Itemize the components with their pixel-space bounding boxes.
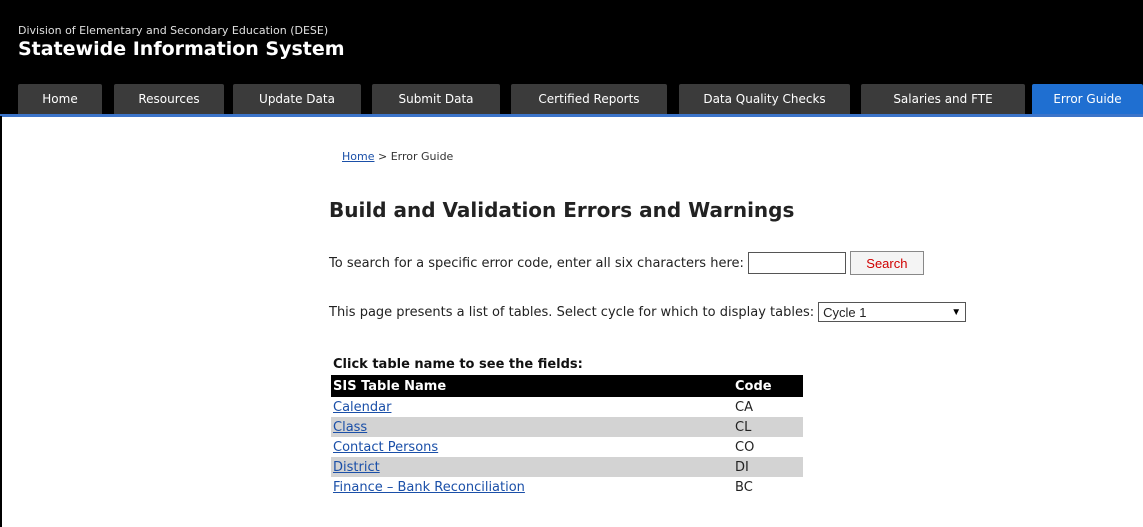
tab-salaries-and-fte[interactable]: Salaries and FTE xyxy=(861,84,1025,114)
tab-label: Update Data xyxy=(259,92,335,106)
tab-label: Error Guide xyxy=(1053,92,1122,106)
table-row: Class CL xyxy=(331,417,803,437)
tab-submit-data[interactable]: Submit Data xyxy=(372,84,500,114)
search-prompt: To search for a specific error code, ent… xyxy=(329,255,744,271)
page-title: Build and Validation Errors and Warnings xyxy=(329,198,795,222)
tab-label: Salaries and FTE xyxy=(893,92,993,106)
tab-certified-reports[interactable]: Certified Reports xyxy=(511,84,667,114)
system-title: Statewide Information System xyxy=(18,38,345,60)
table-name-link[interactable]: Class xyxy=(333,420,367,435)
cycle-select[interactable]: Cycle 1 ▼ xyxy=(818,302,967,322)
table-header-row: SIS Table Name Code xyxy=(331,375,803,397)
cycle-prompt: This page presents a list of tables. Sel… xyxy=(329,304,815,320)
tab-label: Resources xyxy=(138,92,200,106)
tab-resources[interactable]: Resources xyxy=(114,84,224,114)
table-code: CL xyxy=(733,417,803,437)
tab-label: Data Quality Checks xyxy=(703,92,826,106)
table-row: Calendar CA xyxy=(331,397,803,417)
tab-error-guide[interactable]: Error Guide xyxy=(1032,84,1143,114)
table-code: BC xyxy=(733,477,803,497)
table-name-link[interactable]: Contact Persons xyxy=(333,440,438,455)
tab-update-data[interactable]: Update Data xyxy=(233,84,361,114)
cycle-row: This page presents a list of tables. Sel… xyxy=(329,302,967,322)
breadcrumb: Home > Error Guide xyxy=(342,150,453,163)
table-row: Contact Persons CO xyxy=(331,437,803,457)
table-caption: Click table name to see the fields: xyxy=(333,357,583,372)
search-button[interactable]: Search xyxy=(849,251,924,275)
table-name-link[interactable]: District xyxy=(333,460,380,475)
error-code-search-input[interactable] xyxy=(747,252,846,274)
tab-label: Submit Data xyxy=(398,92,474,106)
left-border xyxy=(0,116,2,527)
table-row: Finance – Bank Reconciliation BC xyxy=(331,477,803,497)
site-header: Division of Elementary and Secondary Edu… xyxy=(0,0,1143,76)
table-name-link[interactable]: Calendar xyxy=(333,400,391,415)
column-header-code: Code xyxy=(733,375,803,397)
tab-label: Home xyxy=(42,92,78,106)
column-header-table-name: SIS Table Name xyxy=(331,375,733,397)
search-row: To search for a specific error code, ent… xyxy=(329,251,924,275)
tab-data-quality-checks[interactable]: Data Quality Checks xyxy=(679,84,850,114)
tab-home[interactable]: Home xyxy=(18,84,102,114)
breadcrumb-separator: > xyxy=(377,150,388,163)
table-code: CA xyxy=(733,397,803,417)
table-row: District DI xyxy=(331,457,803,477)
table-code: DI xyxy=(733,457,803,477)
breadcrumb-current: Error Guide xyxy=(390,150,454,163)
agency-name: Division of Elementary and Secondary Edu… xyxy=(18,24,329,37)
nav-underline xyxy=(0,114,1143,117)
cycle-selected-value: Cycle 1 xyxy=(823,304,867,320)
table-name-link[interactable]: Finance – Bank Reconciliation xyxy=(333,480,525,495)
breadcrumb-home-link[interactable]: Home xyxy=(342,150,374,163)
chevron-down-icon: ▼ xyxy=(951,306,962,318)
sis-tables-table: SIS Table Name Code Calendar CA Class CL… xyxy=(331,375,803,497)
tab-label: Certified Reports xyxy=(538,92,640,106)
table-code: CO xyxy=(733,437,803,457)
main-nav: Home Resources Update Data Submit Data C… xyxy=(0,76,1143,116)
